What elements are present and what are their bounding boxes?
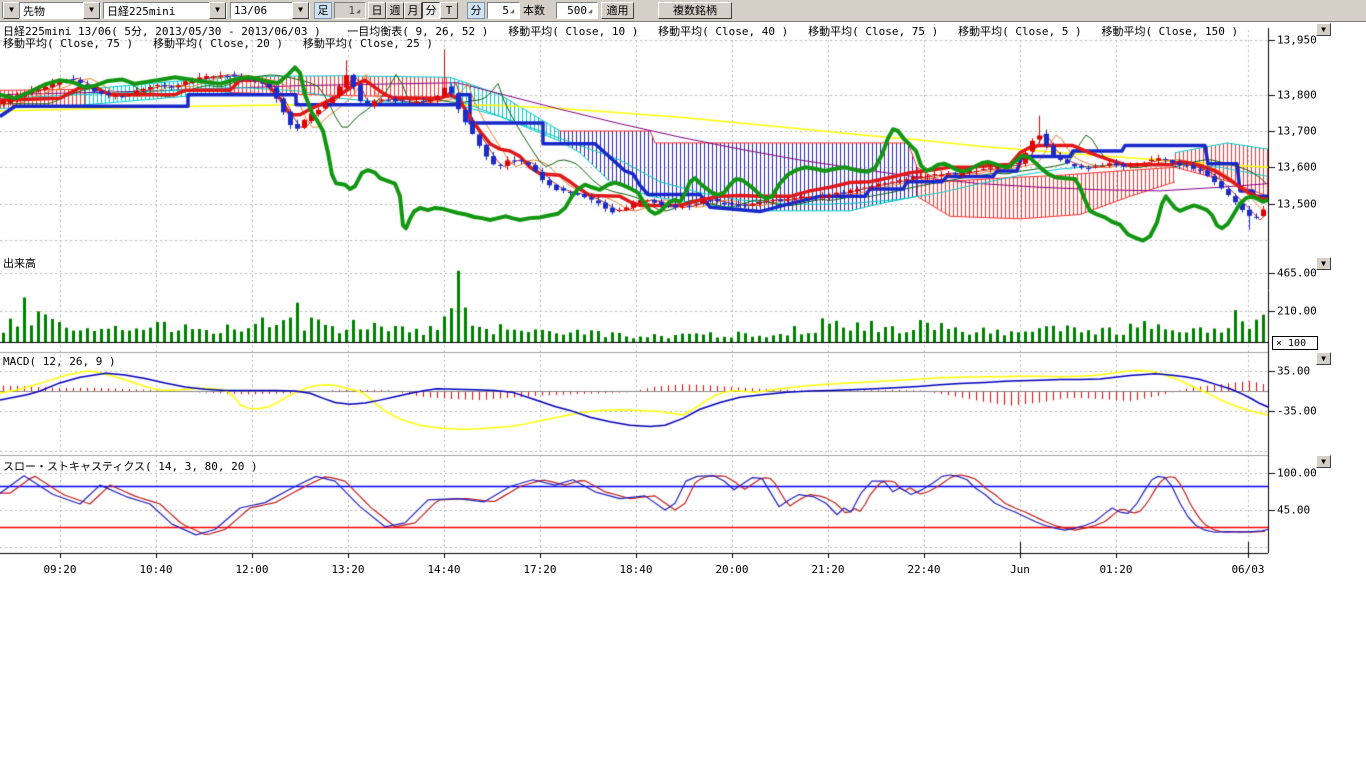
chevron-down-icon[interactable]: ▼ [83,2,100,19]
axis-label: 13,600 [1277,161,1317,174]
x-axis-label: 01:20 [1099,563,1132,576]
chart-area: 日経225mini 13/06( 5分, 2013/05/30 - 2013/0… [0,21,1366,586]
price-axis-menu-button[interactable]: ▼ [1316,23,1331,36]
multi-symbol-button[interactable]: 複数銘柄 [658,2,732,19]
spinner-icon[interactable]: ◢ [510,7,519,15]
bars-label: 本数 [523,2,553,19]
x-axis-label: 14:40 [427,563,460,576]
x-axis-label: 12:00 [235,563,268,576]
period-tick-button[interactable]: T [440,2,458,19]
minutes-value: 5 [488,4,510,17]
axis-label: 35.00 [1277,365,1310,378]
x-axis-label: 21:20 [811,563,844,576]
contract-month-select[interactable]: 13/06 ▼ [230,2,310,19]
period-month-button[interactable]: 月 [404,2,422,19]
x-axis-label: 18:40 [619,563,652,576]
axis-label: 100.00 [1277,467,1317,480]
x-axis-label: Jun [1010,563,1030,576]
macd-panel-label: MACD( 12, 26, 9 ) [3,355,116,368]
axis-label: 13,700 [1277,125,1317,138]
x-axis-label: 06/03 [1231,563,1264,576]
interval-value: 1 [335,4,356,17]
chevron-down-icon[interactable]: ▼ [292,2,309,19]
toolbar: ▼ 先物 ▼ 日経225mini ▼ 13/06 ▼ 足 1 ◢ 日 週 月 分… [0,0,1366,22]
contract-month-value: 13/06 [231,4,292,17]
axis-label: 210.00 [1277,304,1317,317]
mini-combo[interactable]: ▼ [2,2,17,19]
axis-label: 45.00 [1277,504,1310,517]
chevron-down-icon[interactable]: ▼ [3,2,20,19]
ashi-label: 足 [314,2,332,19]
symbol-select[interactable]: 日経225mini ▼ [103,2,227,19]
axis-label: 13,800 [1277,88,1317,101]
trading-app-window: ▼ 先物 ▼ 日経225mini ▼ 13/06 ▼ 足 1 ◢ 日 週 月 分… [0,0,1366,768]
axis-label: 13,950 [1277,34,1317,47]
minutes-label: 分 [467,2,485,19]
interval-stepper[interactable]: 1 ◢ [334,2,366,19]
symbol-value: 日経225mini [104,3,209,19]
x-axis-label: 13:20 [331,563,364,576]
period-day-button[interactable]: 日 [368,2,386,19]
volume-multiplier-badge: × 100 [1272,336,1318,350]
apply-button[interactable]: 適用 [601,2,634,19]
spinner-icon[interactable]: ◢ [588,7,597,15]
bars-stepper[interactable]: 500 ◢ [556,2,598,19]
axis-label: 13,500 [1277,197,1317,210]
x-axis-label: 17:20 [523,563,556,576]
bars-value: 500 [557,4,588,17]
stoch-axis-menu-button[interactable]: ▼ [1316,455,1331,468]
volume-axis-menu-button[interactable]: ▼ [1316,257,1331,270]
x-axis-label: 20:00 [715,563,748,576]
axis-label: -35.00 [1277,404,1317,417]
chart-canvas[interactable] [0,21,1366,586]
minutes-stepper[interactable]: 5 ◢ [487,2,520,19]
macd-axis-menu-button[interactable]: ▼ [1316,352,1331,365]
symbol-type-value: 先物 [20,3,83,19]
spinner-icon[interactable]: ◢ [356,7,365,15]
axis-label: 465.00 [1277,267,1317,280]
volume-panel-label: 出来高 [3,255,36,271]
period-minute-button[interactable]: 分 [422,2,440,19]
x-axis-label: 10:40 [139,563,172,576]
chart-header-line2: 移動平均( Close, 75 ) 移動平均( Close, 20 ) 移動平均… [3,35,433,51]
x-axis-label: 09:20 [43,563,76,576]
symbol-type-select[interactable]: 先物 ▼ [19,2,101,19]
chevron-down-icon[interactable]: ▼ [209,2,226,19]
x-axis-label: 22:40 [907,563,940,576]
stoch-panel-label: スロー・ストキャスティクス( 14, 3, 80, 20 ) [3,458,258,474]
period-week-button[interactable]: 週 [386,2,404,19]
